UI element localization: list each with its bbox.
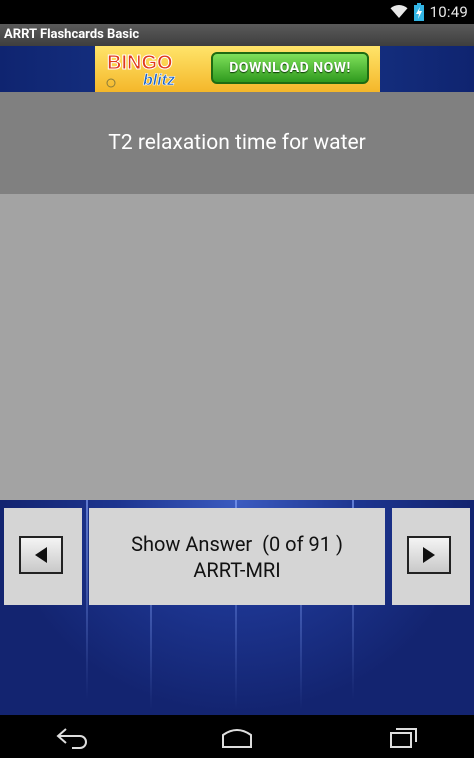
controls-area: Show Answer (0 of 91 ) ARRT-MRI [0,500,474,715]
previous-card-button[interactable] [4,508,82,605]
left-arrow-icon [35,547,47,563]
show-answer-button[interactable]: Show Answer (0 of 91 ) ARRT-MRI [89,508,385,605]
battery-charging-icon [413,3,424,21]
deck-name: ARRT-MRI [193,557,281,582]
show-answer-label: Show Answer (0 of 91 ) [131,531,343,556]
back-icon[interactable] [52,725,92,749]
clock: 10:49 [429,3,468,21]
ad-area: BINGO blitz DOWNLOAD NOW! [0,46,474,92]
bingo-blitz-logo: BINGO blitz [106,52,175,89]
next-card-button[interactable] [392,508,470,605]
status-bar: 10:49 [0,0,474,24]
app-title: ARRT Flashcards Basic [4,27,140,42]
background-streak [86,500,88,700]
recent-apps-icon[interactable] [383,725,423,749]
ad-banner[interactable]: BINGO blitz DOWNLOAD NOW! [95,46,380,92]
svg-text:BINGO: BINGO [107,52,173,74]
download-now-button[interactable]: DOWNLOAD NOW! [211,52,369,84]
svg-text:blitz: blitz [143,72,175,89]
app-title-bar: ARRT Flashcards Basic [0,24,474,46]
right-arrow-icon [423,547,435,563]
flashcard-question: T2 relaxation time for water [108,131,366,155]
flashcard-question-area[interactable]: T2 relaxation time for water [0,92,474,194]
wifi-icon [390,5,408,18]
previous-arrow-button[interactable] [19,536,63,574]
next-arrow-button[interactable] [407,536,451,574]
system-navigation-bar [0,715,474,758]
home-icon[interactable] [217,725,257,749]
flashcard-body[interactable] [0,194,474,500]
